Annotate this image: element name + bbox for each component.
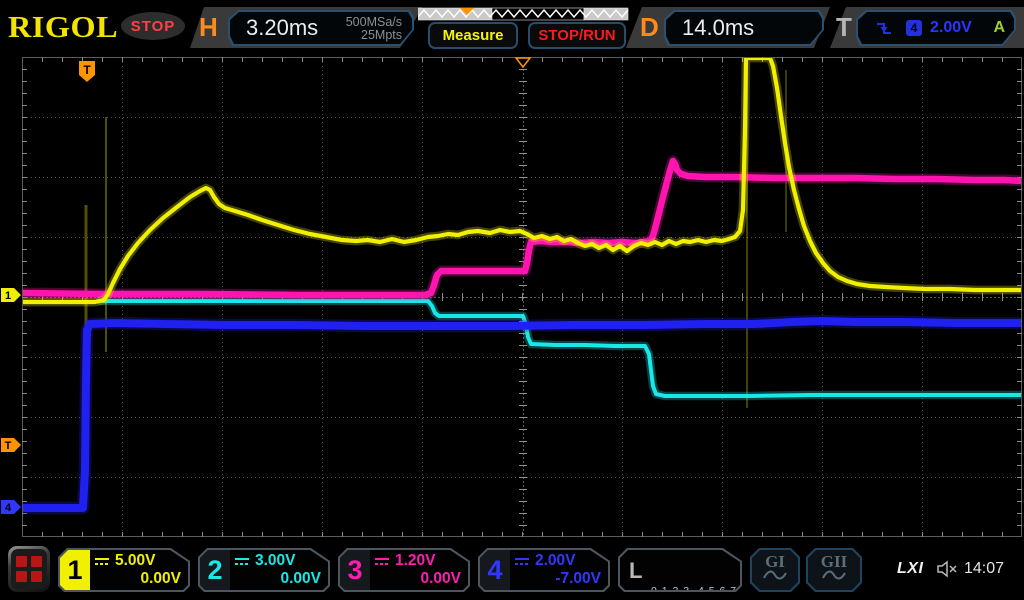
status-bar: RIGOL STOP H 3.20ms 500MSa/s 25Mpts Meas…	[0, 0, 1024, 55]
level-marker-1[interactable]: 1	[1, 288, 21, 302]
dc-coupling-icon	[374, 557, 390, 566]
channel-4-scale: 2.00V	[535, 553, 576, 569]
falling-edge-icon	[874, 20, 894, 37]
g1-generator-button[interactable]: GI	[750, 548, 800, 592]
svg-text:T: T	[5, 440, 12, 452]
memory-position-bar	[418, 6, 642, 22]
run-state-badge: STOP	[121, 12, 185, 40]
trigger-level-value: 2.00V	[930, 19, 972, 37]
grid-icon	[16, 556, 42, 582]
channel-button-1[interactable]: 1 5.00V 0.00V	[58, 548, 190, 592]
trigger-field[interactable]: 4 2.00V A	[856, 10, 1016, 46]
g2-generator-button[interactable]: GII	[806, 548, 862, 592]
horizontal-scale-field[interactable]: 3.20ms 500MSa/s 25Mpts	[228, 10, 414, 46]
svg-text:1: 1	[5, 290, 11, 302]
logic-label: L	[629, 558, 642, 584]
delay-value: 14.0ms	[682, 15, 754, 41]
channel-3-scale: 1.20V	[395, 553, 436, 569]
logic-channels-button[interactable]: L 0 1 2 3 4 5 6 7 8 9 1011 12131415	[618, 548, 742, 592]
channel-button-3[interactable]: 3 1.20V 0.00V	[338, 548, 470, 592]
timebase-value: 3.20ms	[246, 15, 318, 41]
trigger-label: T	[836, 13, 852, 41]
sample-rate: 500MSa/s	[346, 16, 402, 30]
sine-icon	[763, 570, 787, 581]
stop-run-button[interactable]: STOP/RUN	[528, 22, 626, 49]
window-center-marker	[516, 58, 530, 67]
delay-label: D	[640, 13, 659, 41]
level-marker-t[interactable]: T	[1, 438, 21, 452]
memory-depth: 25Mpts	[346, 29, 402, 43]
channel-4-number: 4	[480, 550, 510, 590]
traces	[22, 58, 1022, 508]
clock-time: 14:07	[964, 560, 1004, 578]
waveform-display: T 1 T 4	[0, 0, 1024, 600]
speaker-muted-icon	[936, 560, 958, 578]
channel-3-number: 3	[340, 550, 370, 590]
channel-button-4[interactable]: 4 2.00V -7.00V	[478, 548, 610, 592]
channel-4-offset: -7.00V	[514, 571, 601, 587]
dc-coupling-icon	[94, 557, 110, 566]
acquisition-info: 500MSa/s 25Mpts	[346, 14, 402, 43]
delay-field[interactable]: 14.0ms	[664, 10, 824, 46]
horizontal-label: H	[199, 13, 218, 41]
channel-1-scale: 5.00V	[115, 553, 156, 569]
channel-bar: 1 5.00V 0.00V 2 3.00V 0.00	[0, 540, 1024, 600]
channel-2-number: 2	[200, 550, 230, 590]
dc-coupling-icon	[514, 557, 530, 566]
trigger-source-badge: 4	[906, 20, 922, 36]
channel-2-offset: 0.00V	[234, 571, 321, 587]
trigger-position-marker[interactable]: T	[79, 61, 95, 82]
rigol-logo: RIGOL	[8, 9, 118, 45]
channel-4-trace	[22, 321, 1022, 508]
measure-button[interactable]: Measure	[428, 22, 518, 49]
digital-channel-list: 0 1 2 3 4 5 6 7 8 9 1011 12131415	[651, 556, 736, 600]
channel-1-number: 1	[60, 550, 90, 590]
sine-icon	[822, 570, 846, 581]
trigger-mode-indicator: A	[993, 19, 1005, 37]
channel-button-2[interactable]: 2 3.00V 0.00V	[198, 548, 330, 592]
lxi-logo: LXI	[897, 560, 923, 578]
svg-text:4: 4	[5, 502, 12, 514]
dc-coupling-icon	[234, 557, 250, 566]
channel-3-offset: 0.00V	[374, 571, 461, 587]
svg-text:T: T	[83, 63, 91, 77]
menu-button[interactable]	[8, 546, 50, 592]
level-marker-4[interactable]: 4	[1, 500, 21, 514]
oscilloscope-screen: T 1 T 4 RIGOL STOP H 3.20ms 500MSa/s 25Mpts…	[0, 0, 1024, 600]
channel-1-offset: 0.00V	[94, 571, 181, 587]
channel-2-scale: 3.00V	[255, 553, 296, 569]
